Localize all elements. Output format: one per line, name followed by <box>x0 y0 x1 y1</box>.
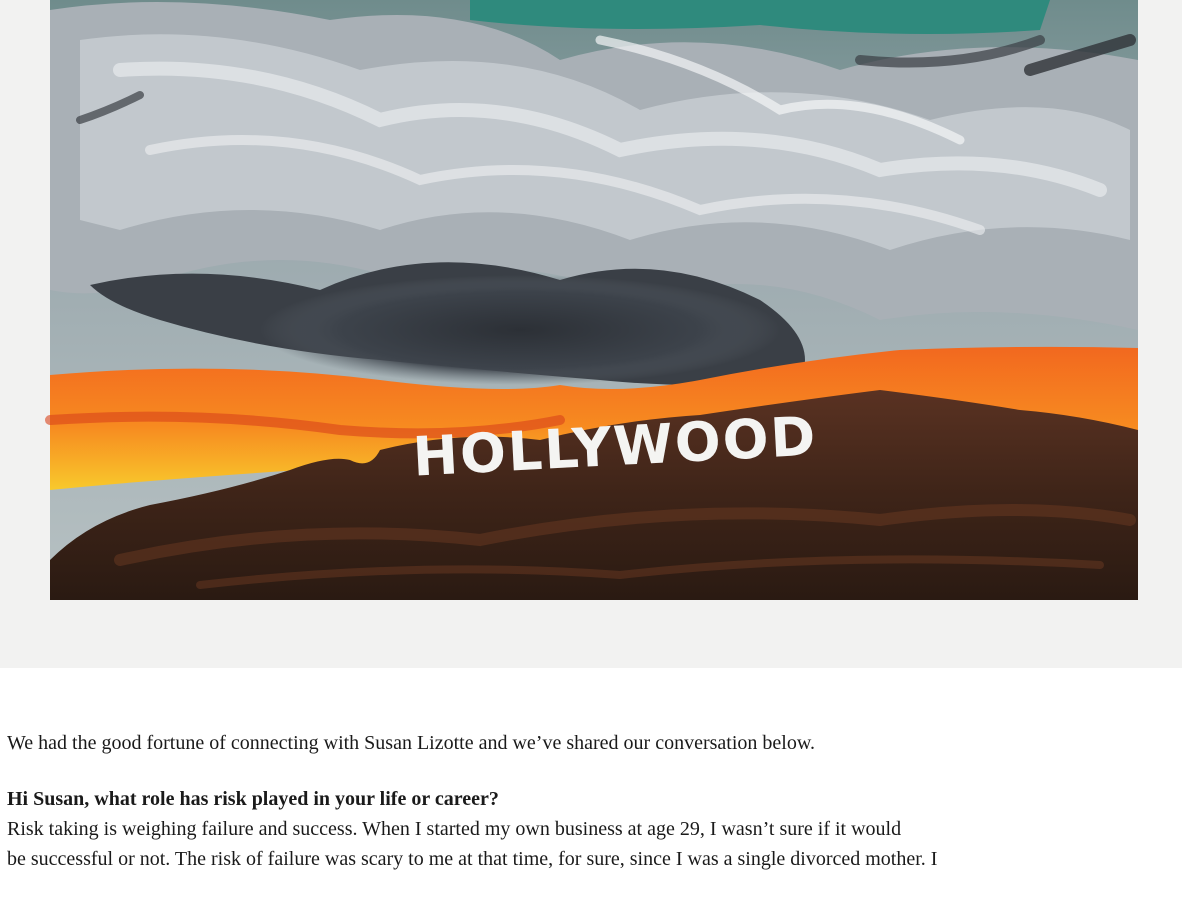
painting-canvas: HOLLYWOOD <box>45 0 1138 600</box>
storm-cloud-core <box>260 275 780 385</box>
interview-answer-line: be successful or not. The risk of failur… <box>7 848 938 870</box>
interview-answer-line: Risk taking is weighing failure and succ… <box>7 818 902 840</box>
article-body: We had the good fortune of connecting wi… <box>7 728 1179 874</box>
interview-question: Hi Susan, what role has risk played in y… <box>7 788 499 810</box>
article-intro: We had the good fortune of connecting wi… <box>7 732 815 754</box>
hero-painting: HOLLYWOOD <box>0 0 1182 668</box>
